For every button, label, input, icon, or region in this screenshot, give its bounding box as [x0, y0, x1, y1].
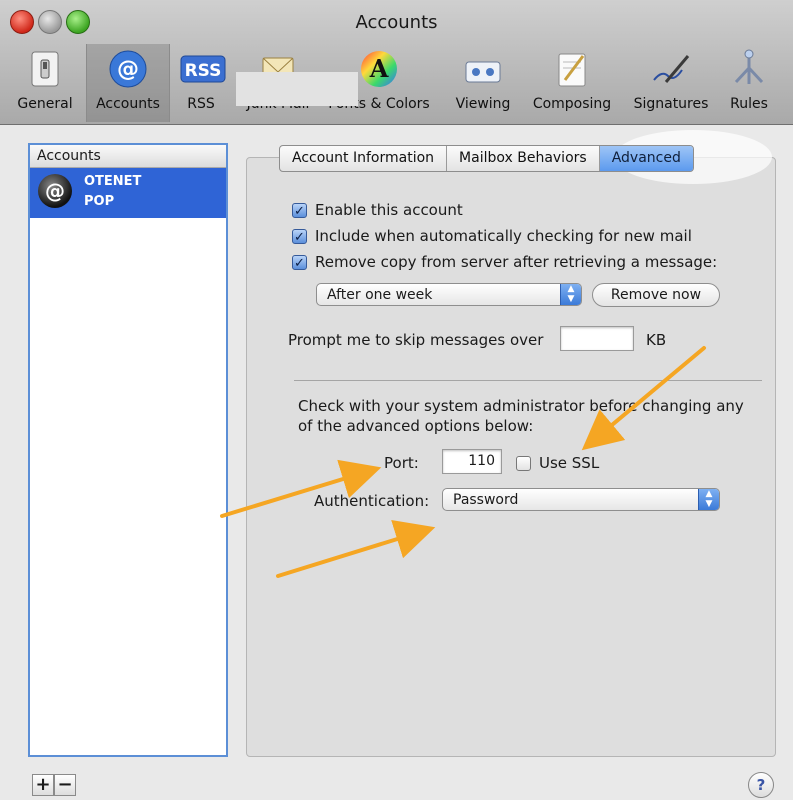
remove-after-value: After one week: [327, 287, 433, 303]
account-list-controls: + −: [32, 774, 76, 796]
add-account-button[interactable]: +: [32, 774, 54, 796]
account-name: OTENET: [84, 174, 142, 189]
authentication-label: Authentication:: [314, 492, 430, 510]
tab-account-information[interactable]: Account Information: [280, 146, 448, 171]
toolbar-general[interactable]: General: [14, 44, 76, 122]
account-type: POP: [84, 194, 115, 209]
include-checking-label: Include when automatically checking for …: [315, 227, 692, 245]
at-sign-icon: @: [107, 48, 149, 90]
use-ssl-checkbox[interactable]: [516, 455, 531, 471]
toolbar-viewing[interactable]: Viewing: [448, 44, 518, 122]
advanced-warning-note: Check with your system administrator bef…: [298, 397, 744, 435]
toolbar-rules[interactable]: Rules: [724, 44, 774, 122]
account-list-item[interactable]: @ OTENET POP: [30, 168, 226, 218]
prompt-skip-label: Prompt me to skip messages over: [288, 331, 544, 349]
include-checking-checkbox[interactable]: ✓: [292, 228, 307, 245]
prompt-skip-size-field[interactable]: [560, 326, 634, 351]
redaction-block: [236, 72, 358, 106]
remove-account-button[interactable]: −: [54, 774, 76, 796]
include-checking-row[interactable]: ✓ Include when automatically checking fo…: [292, 227, 692, 245]
color-font-icon: A: [358, 48, 400, 90]
tab-mailbox-behaviors[interactable]: Mailbox Behaviors: [447, 146, 600, 171]
viewing-icon: [462, 48, 504, 90]
enable-account-label: Enable this account: [315, 201, 463, 219]
remove-copy-checkbox[interactable]: ✓: [292, 254, 307, 271]
accounts-list-header: Accounts: [30, 145, 226, 168]
rules-icon: [728, 48, 770, 90]
enable-account-checkbox[interactable]: ✓: [292, 202, 307, 219]
port-field[interactable]: 110: [442, 449, 502, 474]
help-button[interactable]: ?: [748, 772, 774, 798]
toolbar-accounts[interactable]: @ Accounts: [86, 44, 170, 122]
use-ssl-label: Use SSL: [539, 454, 600, 472]
accounts-list: Accounts @ OTENET POP: [28, 143, 228, 757]
popup-arrows-icon: ▲ ▼: [560, 284, 581, 305]
popup-arrows-icon: ▲ ▼: [698, 489, 719, 510]
toolbar-signatures[interactable]: Signatures: [626, 44, 716, 122]
signature-pen-icon: [650, 48, 692, 90]
advanced-settings-box: [246, 157, 776, 757]
svg-text:RSS: RSS: [185, 61, 222, 81]
tab-advanced[interactable]: Advanced: [599, 146, 693, 171]
use-ssl-row[interactable]: Use SSL: [516, 454, 599, 472]
preferences-toolbar: General @ Accounts RSS RSS Junk Mail: [0, 44, 793, 122]
light-switch-icon: [24, 48, 66, 90]
remove-copy-label: Remove copy from server after retrieving…: [315, 253, 718, 271]
account-tabs: Account Information Mailbox Behaviors Ad…: [279, 145, 694, 172]
remove-now-button[interactable]: Remove now: [592, 283, 720, 307]
remove-after-popup[interactable]: After one week ▲ ▼: [316, 283, 582, 306]
authentication-popup[interactable]: Password ▲ ▼: [442, 488, 720, 511]
toolbar-rss[interactable]: RSS RSS: [176, 44, 226, 122]
prompt-skip-unit: KB: [646, 331, 667, 349]
title-bar: Accounts General @ Accounts RSS RSS A Fo…: [0, 0, 793, 125]
at-sign-icon: @: [38, 174, 72, 208]
remove-copy-row[interactable]: ✓ Remove copy from server after retrievi…: [292, 253, 717, 271]
enable-account-row[interactable]: ✓ Enable this account: [292, 201, 463, 219]
toolbar-composing[interactable]: Composing: [524, 44, 620, 122]
svg-text:@: @: [117, 57, 139, 82]
svg-text:A: A: [369, 54, 389, 83]
rss-icon: RSS: [180, 48, 226, 90]
window-title: Accounts: [355, 12, 438, 33]
section-divider: [294, 380, 762, 381]
composing-icon: [551, 48, 593, 90]
port-label: Port:: [384, 454, 419, 472]
authentication-value: Password: [453, 492, 519, 508]
